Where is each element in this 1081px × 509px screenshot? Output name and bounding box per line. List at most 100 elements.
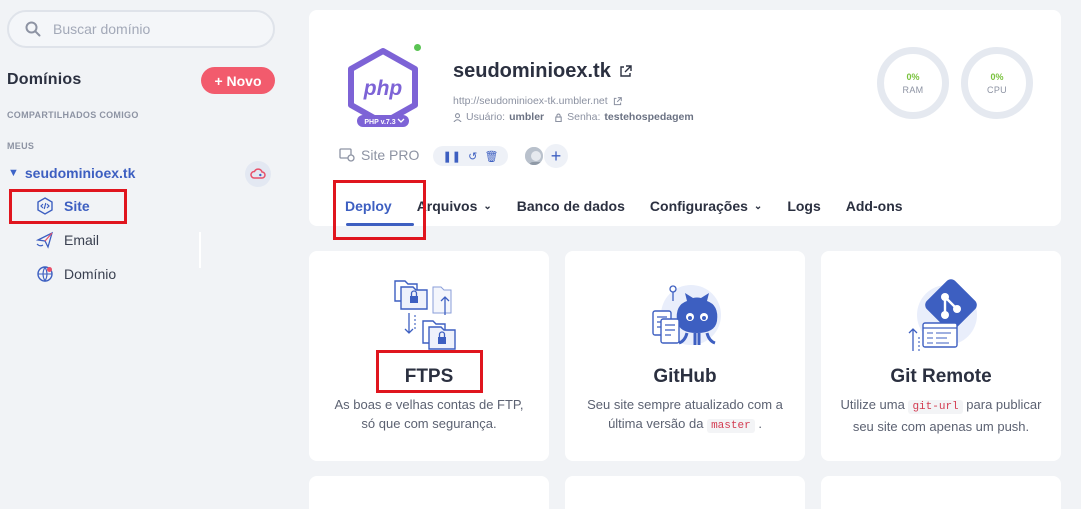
tab-label: Add-ons bbox=[845, 198, 903, 214]
site-url[interactable]: http://seudominioex-tk.umbler.net bbox=[453, 95, 622, 107]
tab-label: Deploy bbox=[345, 198, 392, 214]
mine-section-label: MEUS bbox=[7, 141, 35, 151]
external-link-icon bbox=[613, 96, 622, 105]
search-icon bbox=[25, 21, 41, 37]
pause-icon[interactable]: ❚❚ bbox=[443, 150, 461, 163]
tab-label: Configurações bbox=[649, 198, 748, 214]
code-snippet: git-url bbox=[908, 400, 963, 414]
code-icon bbox=[37, 197, 53, 215]
cpu-gauge: 0% CPU bbox=[961, 47, 1033, 119]
sidebar-item-label: Email bbox=[64, 232, 100, 248]
avatar-image bbox=[525, 147, 543, 165]
card-description: Utilize uma git-url para publicar seu si… bbox=[821, 395, 1061, 436]
ftps-folders-icon bbox=[394, 280, 456, 350]
tab-arquivos[interactable]: Arquivos ⌄ bbox=[417, 198, 492, 214]
search-input[interactable] bbox=[53, 21, 253, 37]
plan-label: Site PRO bbox=[361, 147, 420, 163]
sidebar: Domínios + Novo COMPARTILHADOS COMIGO ME… bbox=[0, 0, 290, 509]
sidebar-item-label: Site bbox=[64, 198, 90, 214]
tab-label: Arquivos bbox=[416, 198, 478, 214]
deploy-card-partial[interactable] bbox=[309, 476, 549, 509]
sidebar-item-label: Domínio bbox=[64, 266, 117, 282]
sidebar-item-dominio[interactable]: Domínio bbox=[36, 262, 116, 286]
add-user-button[interactable]: + bbox=[544, 144, 568, 168]
php-version: PHP v.7.3 bbox=[364, 119, 395, 126]
cloud-plan-icon bbox=[339, 148, 355, 162]
trash-icon[interactable]: 🗑 bbox=[484, 150, 498, 163]
cloud-sync-button[interactable] bbox=[245, 161, 271, 187]
tab-configuracoes[interactable]: Configurações ⌄ bbox=[650, 198, 762, 214]
git-logo-icon bbox=[908, 279, 977, 351]
user-icon bbox=[453, 112, 462, 122]
globe-icon bbox=[37, 266, 53, 283]
ram-label: RAM bbox=[902, 84, 924, 95]
user-value: umbler bbox=[509, 111, 545, 123]
site-url-text[interactable]: http://seudominioex-tk.umbler.net bbox=[453, 95, 608, 107]
tab-banco-de-dados[interactable]: Banco de dados bbox=[517, 198, 625, 214]
card-title: Git Remote bbox=[890, 366, 992, 387]
card-title: GitHub bbox=[653, 366, 717, 387]
site-plan: Site PRO bbox=[339, 147, 419, 163]
site-credentials: Usuário: umbler Senha: testehospedagem bbox=[453, 111, 694, 123]
avatar[interactable] bbox=[523, 145, 545, 167]
tab-deploy[interactable]: Deploy bbox=[345, 198, 392, 214]
desc-text: para publicar bbox=[966, 397, 1042, 412]
site-controls: ❚❚ ↺ 🗑 bbox=[433, 146, 508, 166]
php-label: php bbox=[363, 77, 403, 100]
card-title: FTPS bbox=[404, 366, 454, 387]
ftps-card[interactable]: FTPS As boas e velhas contas de FTP, só … bbox=[309, 251, 549, 461]
chevron-down-icon: ⌄ bbox=[753, 200, 763, 212]
status-dot bbox=[414, 44, 421, 51]
site-title: seudominioex.tk bbox=[453, 60, 632, 83]
active-tab-indicator bbox=[346, 223, 414, 226]
search-box[interactable] bbox=[7, 10, 275, 48]
cpu-label: CPU bbox=[987, 84, 1007, 95]
chevron-down-icon: ⌄ bbox=[483, 200, 492, 212]
ram-value: 0% bbox=[906, 71, 920, 82]
divider bbox=[199, 232, 201, 268]
domains-title: Domínios bbox=[7, 71, 82, 88]
user-label: Usuário: bbox=[466, 111, 506, 123]
card-description: Seu site sempre atualizado com a última … bbox=[565, 395, 805, 436]
password-label: Senha: bbox=[567, 111, 601, 123]
desc-line: última versão da master . bbox=[575, 414, 795, 436]
site-title-text: seudominioex.tk bbox=[453, 60, 611, 82]
new-domain-button[interactable]: + Novo bbox=[201, 67, 275, 94]
desc-text: última versão da bbox=[608, 416, 704, 431]
desc-line: seu site com apenas um push. bbox=[852, 419, 1030, 434]
restart-icon[interactable]: ↺ bbox=[468, 150, 477, 163]
deploy-card-partial[interactable] bbox=[821, 476, 1061, 509]
password-value: testehospedagem bbox=[604, 111, 694, 123]
tab-bar: Deploy Arquivos ⌄ Banco de dados Configur… bbox=[345, 198, 928, 214]
git-remote-card[interactable]: Git Remote Utilize uma git-url para publ… bbox=[821, 251, 1061, 461]
desc-line: Utilize uma git-url para publicar bbox=[831, 395, 1051, 417]
card-description: As boas e velhas contas de FTP, só que c… bbox=[309, 395, 549, 433]
paper-plane-icon bbox=[36, 231, 54, 249]
domain-toggle[interactable]: ▼ seudominioex.tk bbox=[8, 158, 270, 188]
desc-line: Seu site sempre atualizado com a bbox=[587, 397, 783, 412]
code-snippet: master bbox=[707, 419, 755, 433]
desc-text: Utilize uma bbox=[840, 397, 905, 412]
desc-line: As boas e velhas contas de FTP, bbox=[334, 397, 524, 412]
cloud-icon bbox=[250, 168, 266, 179]
lock-icon bbox=[555, 113, 562, 122]
tab-label: Logs bbox=[787, 198, 821, 214]
desc-text: . bbox=[758, 416, 762, 431]
sidebar-item-site[interactable]: Site bbox=[36, 194, 90, 218]
deploy-card-partial[interactable] bbox=[565, 476, 805, 509]
shared-section-label: COMPARTILHADOS COMIGO bbox=[7, 110, 139, 120]
domain-name: seudominioex.tk bbox=[24, 165, 136, 181]
tab-add-ons[interactable]: Add-ons bbox=[846, 198, 903, 214]
github-card[interactable]: GitHub Seu site sempre atualizado com a … bbox=[565, 251, 805, 461]
chevron-down-icon: ▼ bbox=[8, 167, 19, 179]
cpu-value: 0% bbox=[990, 71, 1004, 82]
github-octocat-icon bbox=[652, 285, 721, 345]
php-hexagon-icon: php PHP v.7.3 bbox=[348, 48, 418, 127]
tab-logs[interactable]: Logs bbox=[787, 198, 820, 214]
site-header-card: php PHP v.7.3 seudominioex.tk http://seu… bbox=[309, 10, 1061, 226]
sidebar-item-email[interactable]: Email bbox=[36, 228, 99, 252]
external-link-icon[interactable] bbox=[619, 65, 632, 78]
desc-line: só que com segurança. bbox=[361, 416, 497, 431]
ram-gauge: 0% RAM bbox=[877, 47, 949, 119]
tab-label: Banco de dados bbox=[516, 198, 625, 214]
